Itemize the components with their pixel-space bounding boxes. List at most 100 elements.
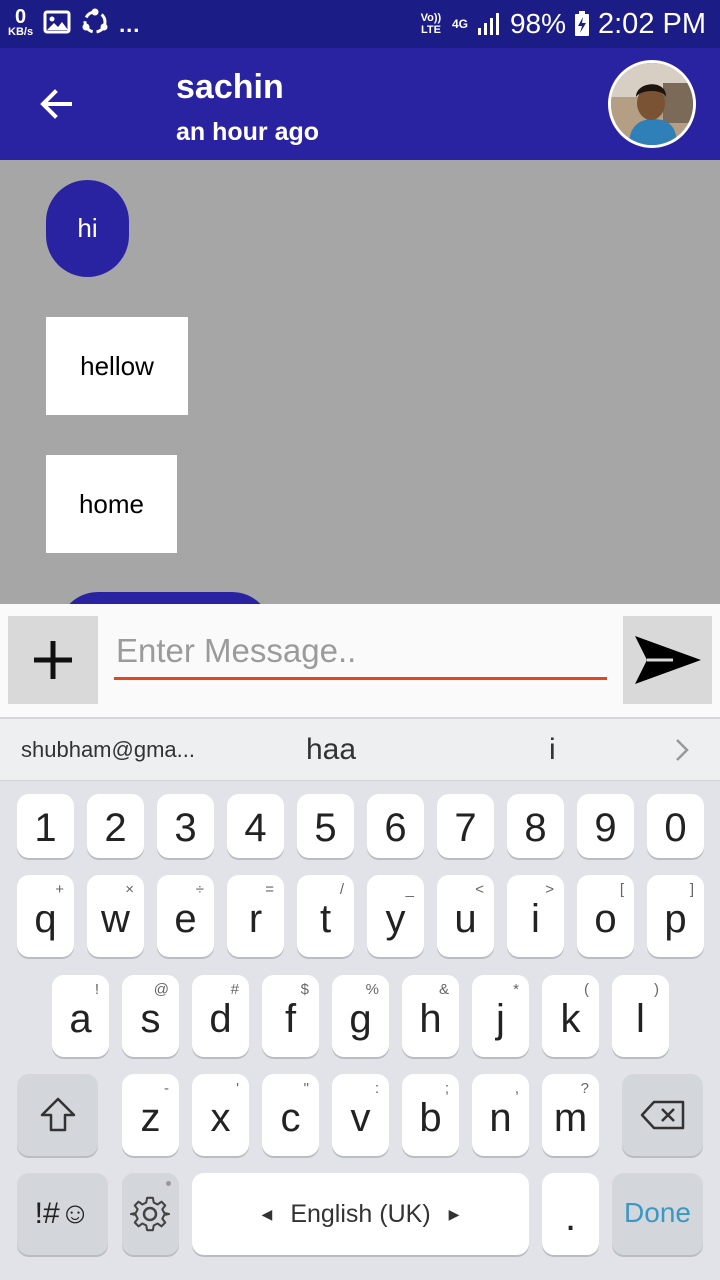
key-label: . (564, 1195, 577, 1239)
suggestion-item[interactable]: i (549, 719, 556, 781)
message-bubble-received[interactable]: home (46, 455, 177, 553)
key-alt-label: " (303, 1080, 309, 1097)
key-1[interactable]: 1 (17, 794, 74, 858)
key-label: s (140, 997, 161, 1041)
network-speed-value: 0 (14, 5, 27, 28)
key-label: i (531, 897, 540, 941)
key-2[interactable]: 2 (87, 794, 144, 858)
key-4[interactable]: 4 (227, 794, 284, 858)
key-p[interactable]: ] p (647, 875, 704, 957)
key-label: h (419, 997, 442, 1041)
key-label: c (280, 1096, 301, 1140)
chevron-right-icon (676, 739, 689, 761)
key-t[interactable]: / t (297, 875, 354, 957)
settings-key[interactable] (122, 1173, 179, 1255)
key-h[interactable]: & h (402, 975, 459, 1057)
key-label: v (350, 1096, 371, 1140)
key-7[interactable]: 7 (437, 794, 494, 858)
message-bubble-received[interactable]: hellow (46, 317, 188, 415)
key-y[interactable]: _ y (367, 875, 424, 957)
key-alt-label: ' (236, 1080, 239, 1097)
key-q[interactable]: + q (17, 875, 74, 957)
key-g[interactable]: % g (332, 975, 389, 1057)
symbols-key[interactable]: !#☺ (17, 1173, 108, 1255)
done-key[interactable]: Done (612, 1173, 703, 1255)
caret-right-icon: ▶ (448, 1205, 460, 1222)
key-alt-label: ÷ (195, 881, 204, 898)
key-z[interactable]: -z (122, 1074, 179, 1156)
arrow-back-icon (40, 89, 72, 119)
key-alt-label: $ (300, 981, 309, 998)
key-0[interactable]: 0 (647, 794, 704, 858)
key-alt-label: > (545, 881, 554, 898)
key-label: 1 (34, 806, 57, 850)
key-label: 9 (594, 806, 617, 850)
key-8[interactable]: 8 (507, 794, 564, 858)
key-m[interactable]: ? m (542, 1074, 599, 1156)
key-k[interactable]: (k (542, 975, 599, 1057)
key-c[interactable]: " c (262, 1074, 319, 1156)
contact-name[interactable]: sachin (176, 68, 284, 107)
suggestion-bar: shubham@gma... haa i (0, 717, 720, 781)
suggestion-item[interactable]: haa (306, 719, 356, 781)
space-key[interactable]: ◀ English (UK) ▶ (192, 1173, 529, 1255)
key-3[interactable]: 3 (157, 794, 214, 858)
suggestion-item[interactable]: shubham@gma... (21, 719, 195, 781)
key-w[interactable]: × w (87, 875, 144, 957)
volte-indicator: Vo)) LTE (420, 12, 442, 36)
key-u[interactable]: < u (437, 875, 494, 957)
key-6[interactable]: 6 (367, 794, 424, 858)
send-button[interactable] (623, 616, 712, 704)
key-l[interactable]: ) l (612, 975, 669, 1057)
key-alt-label: ? (580, 1080, 589, 1097)
key-d[interactable]: # d (192, 975, 249, 1057)
message-input[interactable] (114, 624, 607, 680)
key-label: q (34, 897, 57, 941)
attach-button[interactable] (8, 616, 98, 704)
key-label: Done (624, 1197, 691, 1228)
key-b[interactable]: ; b (402, 1074, 459, 1156)
key-5[interactable]: 5 (297, 794, 354, 858)
key-alt-label: + (55, 881, 64, 898)
key-label: a (69, 997, 92, 1041)
key-label: w (101, 897, 130, 941)
key-v[interactable]: :v (332, 1074, 389, 1156)
contact-avatar[interactable] (608, 60, 696, 148)
more-suggestions-button[interactable] (670, 719, 694, 781)
key-a[interactable]: ! a (52, 975, 109, 1057)
key-label: 8 (524, 806, 547, 850)
send-icon (634, 636, 701, 684)
key-label: g (349, 997, 372, 1041)
period-key[interactable]: . (542, 1173, 599, 1255)
key-x[interactable]: ' x (192, 1074, 249, 1156)
key-alt-label: * (513, 981, 519, 998)
key-o[interactable]: [o (577, 875, 634, 957)
key-label: 7 (454, 806, 477, 850)
battery-charging-icon (575, 11, 589, 36)
key-e[interactable]: ÷ e (157, 875, 214, 957)
key-i[interactable]: > i (507, 875, 564, 957)
key-alt-label: ! (94, 981, 99, 998)
shift-key[interactable] (17, 1074, 98, 1156)
key-n[interactable]: ,n (472, 1074, 529, 1156)
message-bubble-sent[interactable]: hi (46, 180, 129, 277)
key-f[interactable]: $ f (262, 975, 319, 1057)
key-alt-label: = (265, 881, 274, 898)
network-type: 4G (451, 17, 468, 31)
key-s[interactable]: @ s (122, 975, 179, 1057)
key-label: p (664, 897, 687, 941)
key-9[interactable]: 9 (577, 794, 634, 858)
avatar-photo-icon (611, 63, 693, 145)
key-j[interactable]: * j (472, 975, 529, 1057)
key-alt-label: < (475, 881, 484, 898)
caret-left-icon: ◀ (261, 1205, 273, 1222)
key-r[interactable]: = r (227, 875, 284, 957)
backspace-key[interactable] (622, 1074, 703, 1156)
back-button[interactable] (30, 78, 82, 130)
key-label: 4 (244, 806, 267, 850)
key-label: m (553, 1096, 588, 1140)
soft-keyboard: shubham@gma... haa i 1 2 3 4 5 6 7 8 9 0… (0, 717, 720, 1280)
key-label: 2 (104, 806, 127, 850)
key-label: t (319, 897, 332, 941)
key-label: 0 (664, 806, 687, 850)
